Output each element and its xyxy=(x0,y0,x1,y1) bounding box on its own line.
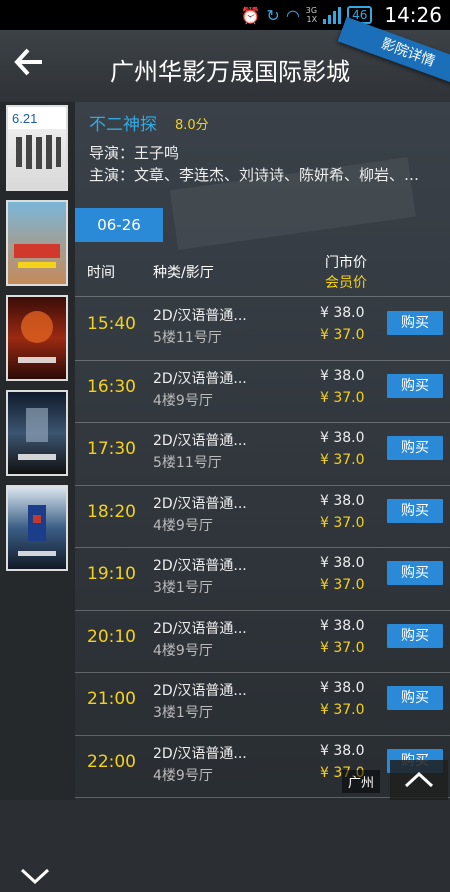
svg-text:6.21: 6.21 xyxy=(12,111,37,126)
showtime-member-price: ¥ 37.0 xyxy=(320,514,365,531)
showtime-time: 19:10 xyxy=(87,564,136,584)
sync-icon: ↻ xyxy=(266,5,280,25)
wifi-icon: ◠ xyxy=(285,5,300,25)
showtime-member-price: ¥ 37.0 xyxy=(320,327,365,343)
showtime-row: 17:30 2D/汉语普通... 5楼11号厅 ¥ 38.0 ¥ 37.0 购买 xyxy=(75,422,450,484)
movie-rating: 8.0分 xyxy=(175,118,209,133)
showtime-type: 2D/汉语普通... xyxy=(153,620,247,637)
movie-poster-thumb[interactable] xyxy=(6,295,68,381)
status-bar: ⏰ ↻ ◠ 3G 1X 46 14:26 xyxy=(0,0,450,30)
showtime-type: 2D/汉语普通... xyxy=(153,370,247,387)
movie-cast: 主演：文章、李连杰、刘诗诗、陈妍希、柳岩、… xyxy=(89,166,420,184)
showtime-time: 16:30 xyxy=(87,376,136,397)
signal-icon xyxy=(323,6,342,24)
network-type: 3G 1X xyxy=(305,6,318,24)
movie-poster-thumb[interactable] xyxy=(6,485,68,571)
showtime-member-price: ¥ 37.0 xyxy=(320,452,365,468)
date-tab[interactable]: 06-26 xyxy=(75,208,163,242)
movie-title[interactable]: 不二神探 xyxy=(89,110,157,135)
showtime-row: 15:40 2D/汉语普通... 5楼11号厅 ¥ 38.0 ¥ 37.0 购买 xyxy=(75,297,450,359)
col-type-hall: 种类/影厅 xyxy=(153,265,214,281)
showtime-row: 16:30 2D/汉语普通... 4楼9号厅 ¥ 38.0 ¥ 37.0 购买 xyxy=(75,360,450,422)
buy-button[interactable]: 购买 xyxy=(387,623,443,648)
showtime-hall: 4楼9号厅 xyxy=(153,767,213,784)
showtime-time: 22:00 xyxy=(87,751,136,772)
col-time: 时间 xyxy=(87,265,115,281)
movie-poster-thumb[interactable] xyxy=(6,390,68,476)
buy-button[interactable]: 购买 xyxy=(387,311,443,335)
alarm-icon: ⏰ xyxy=(240,5,261,25)
showtime-time: 18:20 xyxy=(87,501,136,522)
showtime-price: ¥ 38.0 xyxy=(320,367,365,384)
showtime-type: 2D/汉语普通... xyxy=(153,558,247,574)
showtime-price: ¥ 38.0 xyxy=(320,430,365,446)
back-arrow-icon[interactable] xyxy=(14,48,44,82)
buy-button[interactable]: 购买 xyxy=(387,498,443,523)
col-member-price: 会员价 xyxy=(325,275,367,291)
showtime-time: 21:00 xyxy=(87,689,136,709)
showtime-member-price: ¥ 37.0 xyxy=(320,389,365,406)
showtime-row: 19:10 2D/汉语普通... 3楼1号厅 ¥ 38.0 ¥ 37.0 购买 xyxy=(75,547,450,609)
showtime-time: 17:30 xyxy=(87,439,136,459)
showtime-hall: 4楼9号厅 xyxy=(153,642,213,659)
showtime-row: 18:20 2D/汉语普通... 4楼9号厅 ¥ 38.0 ¥ 37.0 购买 xyxy=(75,485,450,547)
app-header: 广州华影万晟国际影城 影院详情 xyxy=(0,16,450,102)
showtime-time: 20:10 xyxy=(87,626,136,647)
showtime-row: 21:00 2D/汉语普通... 3楼1号厅 ¥ 38.0 ¥ 37.0 购买 xyxy=(75,672,450,734)
scroll-up-button[interactable] xyxy=(390,760,448,800)
showtime-price: ¥ 38.0 xyxy=(320,680,365,696)
showtime-panel: 不二神探 8.0分 导演：王子鸣 主演：文章、李连杰、刘诗诗、陈妍希、柳岩、… … xyxy=(75,102,450,800)
buy-button[interactable]: 购买 xyxy=(387,436,443,460)
showtime-hall: 3楼1号厅 xyxy=(153,580,213,596)
clock: 14:26 xyxy=(384,3,442,27)
movie-poster-sidebar: 6.21 xyxy=(0,102,75,885)
showtime-type: 2D/汉语普通... xyxy=(153,433,247,449)
showtime-price: ¥ 38.0 xyxy=(320,305,365,321)
buy-button[interactable]: 购买 xyxy=(387,561,443,585)
showtime-time: 15:40 xyxy=(87,314,136,334)
chevron-up-icon xyxy=(404,771,434,788)
showtime-hall: 4楼9号厅 xyxy=(153,392,213,409)
showtime-price: ¥ 38.0 xyxy=(320,742,365,759)
page-title: 广州华影万晟国际影城 xyxy=(110,58,350,86)
showtime-type: 2D/汉语普通... xyxy=(153,495,247,512)
movie-poster-thumb[interactable] xyxy=(6,200,68,286)
buy-button[interactable]: 购买 xyxy=(387,373,443,398)
showtime-hall: 3楼1号厅 xyxy=(153,705,213,721)
showtime-row: 20:10 2D/汉语普通... 4楼9号厅 ¥ 38.0 ¥ 37.0 购买 xyxy=(75,610,450,672)
showtime-member-price: ¥ 37.0 xyxy=(320,639,365,656)
showtime-member-price: ¥ 37.0 xyxy=(320,577,365,593)
showtime-hall: 5楼11号厅 xyxy=(153,455,222,471)
city-label[interactable]: 广州 xyxy=(342,770,381,793)
showtime-type: 2D/汉语普通... xyxy=(153,308,247,324)
col-price: 门市价 xyxy=(325,255,367,271)
buy-button[interactable]: 购买 xyxy=(387,686,443,710)
showtime-price: ¥ 38.0 xyxy=(320,617,365,634)
showtime-type: 2D/汉语普通... xyxy=(153,745,247,762)
showtime-type: 2D/汉语普通... xyxy=(153,683,247,699)
movie-poster-thumb[interactable]: 6.21 xyxy=(6,105,68,191)
showtime-hall: 5楼11号厅 xyxy=(153,330,222,346)
showtime-member-price: ¥ 37.0 xyxy=(320,702,365,718)
chevron-down-icon[interactable] xyxy=(20,862,50,892)
showtime-price: ¥ 38.0 xyxy=(320,492,365,509)
movie-director: 导演：王子鸣 xyxy=(89,144,180,162)
showtime-price: ¥ 38.0 xyxy=(320,555,365,571)
showtime-hall: 4楼9号厅 xyxy=(153,517,213,534)
